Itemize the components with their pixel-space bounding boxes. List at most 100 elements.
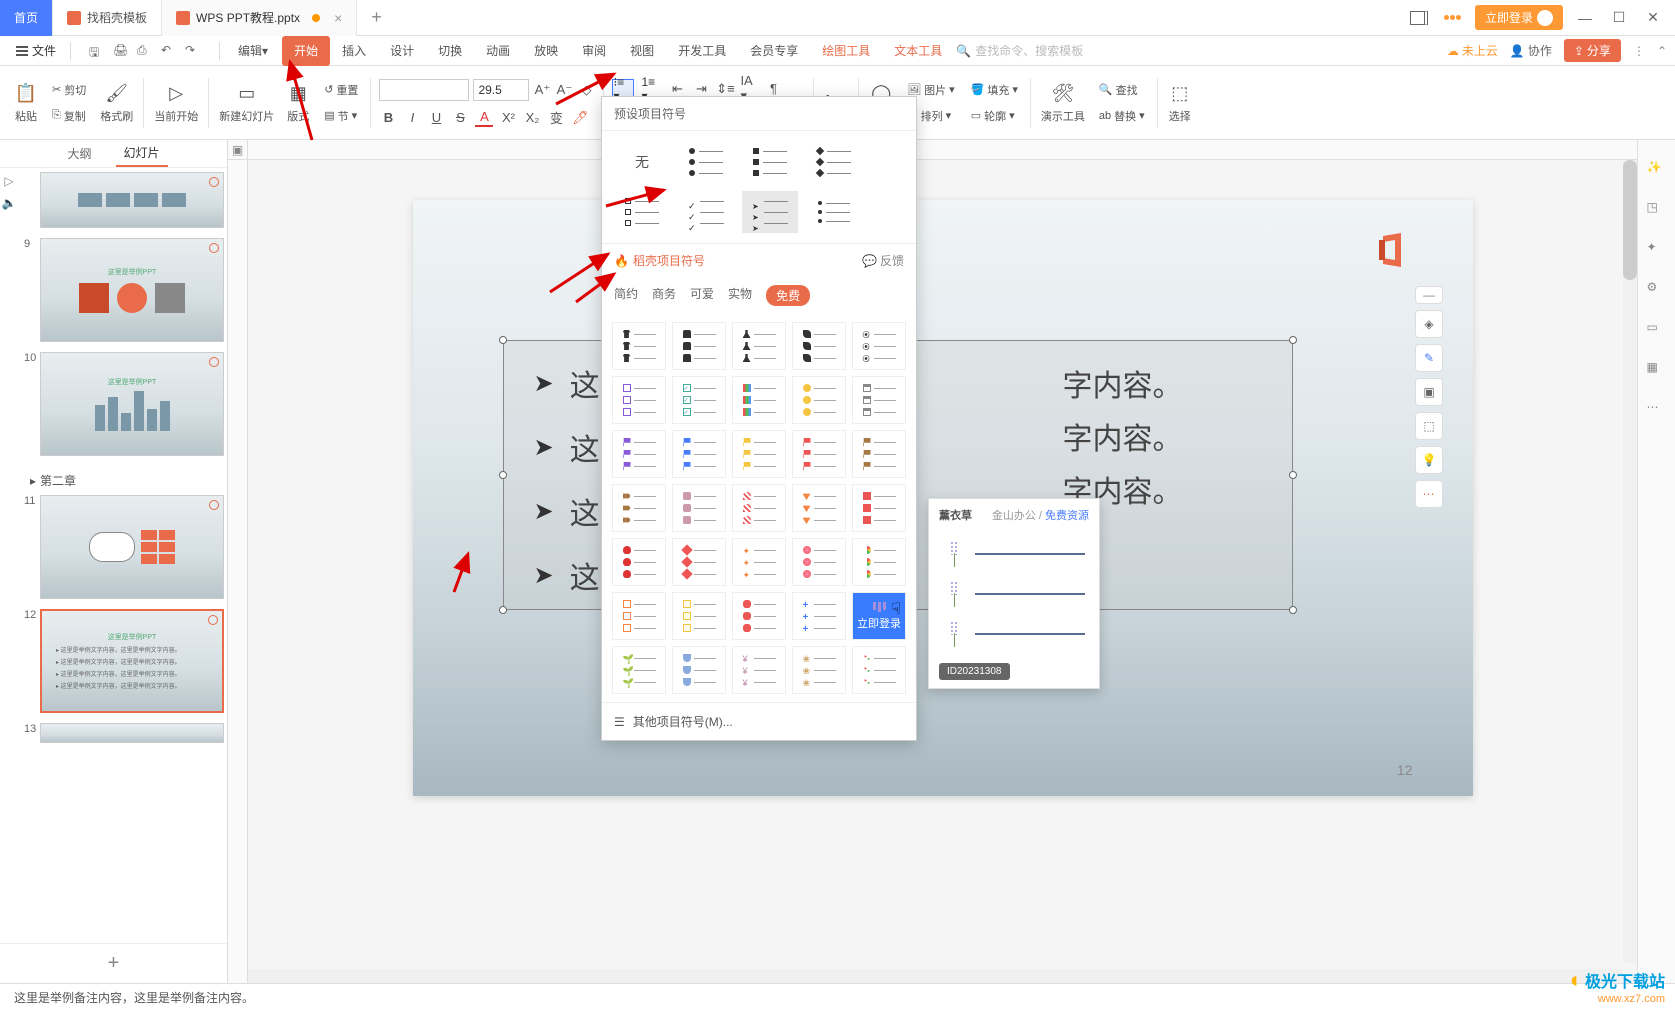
undo-icon[interactable]: ↶ bbox=[161, 43, 177, 59]
font-size-input[interactable]: 29.5 bbox=[473, 79, 529, 101]
window-close-button[interactable]: ✕ bbox=[1641, 6, 1665, 30]
tab-current-file[interactable]: WPS PPT教程.pptx × bbox=[162, 0, 357, 36]
bullet-item-checkbox[interactable]: ✓✓✓ bbox=[672, 376, 726, 424]
cat-simple[interactable]: 简约 bbox=[614, 285, 638, 306]
bullet-item-doc-orange[interactable] bbox=[612, 592, 666, 640]
resize-handle-br[interactable] bbox=[1289, 606, 1297, 614]
font-color-button[interactable]: A bbox=[475, 109, 493, 127]
line-spacing-button[interactable]: ⇕≡ bbox=[716, 80, 734, 98]
reading-layout-icon[interactable] bbox=[1407, 6, 1431, 30]
slide-thumb-10[interactable]: 10 这里是举例PPT bbox=[26, 352, 219, 456]
copy-button[interactable]: ⎘复制 bbox=[48, 106, 90, 126]
bullet-item-sign[interactable] bbox=[612, 484, 666, 532]
tab-add[interactable]: + bbox=[357, 0, 396, 36]
layers-tool-icon[interactable]: ◈ bbox=[1415, 310, 1443, 338]
bullet-item-daruma[interactable] bbox=[612, 538, 666, 586]
menu-tab-devtools[interactable]: 开发工具 bbox=[666, 36, 738, 66]
preview-link[interactable]: 免费资源 bbox=[1045, 510, 1089, 522]
bullet-item-badge[interactable] bbox=[792, 376, 846, 424]
menu-tab-design[interactable]: 设计 bbox=[378, 36, 426, 66]
share-button[interactable]: ⇪ 分享 bbox=[1564, 39, 1621, 62]
sidebar-settings-icon[interactable]: ⚙ bbox=[1647, 280, 1667, 300]
resize-handle-ml[interactable] bbox=[499, 471, 507, 479]
pinyin-button[interactable]: 变 bbox=[547, 109, 565, 127]
bullet-preset-none[interactable]: 无 bbox=[614, 141, 670, 183]
slide-thumb-8[interactable] bbox=[26, 172, 219, 228]
resize-handle-tl[interactable] bbox=[499, 336, 507, 344]
outline-tab-outline[interactable]: 大纲 bbox=[59, 141, 99, 166]
slide-thumb-12[interactable]: 12 这里是举例PPT▸ 这里是举例文字内容，这里是举例文字内容。▸ 这里是举例… bbox=[26, 609, 219, 713]
idea-tool-icon[interactable]: 💡 bbox=[1415, 446, 1443, 474]
resize-handle-tr[interactable] bbox=[1289, 336, 1297, 344]
bullet-item-flag-brown[interactable] bbox=[852, 430, 906, 478]
bullet-item-knot[interactable] bbox=[672, 538, 726, 586]
italic-button[interactable]: I bbox=[403, 109, 421, 127]
replace-button[interactable]: ab替换 ▾ bbox=[1095, 106, 1149, 126]
decrease-indent-button[interactable]: ⇤ bbox=[668, 80, 686, 98]
cat-free[interactable]: 免费 bbox=[766, 285, 810, 306]
cut-button[interactable]: ✂剪切 bbox=[48, 80, 90, 100]
increase-indent-button[interactable]: ⇥ bbox=[692, 80, 710, 98]
outline-button[interactable]: ▭轮廓 ▾ bbox=[967, 106, 1022, 126]
resize-handle-mr[interactable] bbox=[1289, 471, 1297, 479]
sidebar-transition-icon[interactable]: ▭ bbox=[1647, 320, 1667, 340]
menu-edit[interactable]: 编辑 ▾ bbox=[226, 36, 280, 66]
bullet-item-doc-yellow[interactable] bbox=[672, 592, 726, 640]
presentation-tools-button[interactable]: 🛠 演示工具 bbox=[1035, 78, 1091, 128]
slide-thumb-11[interactable]: 11 bbox=[26, 495, 219, 599]
bullet-item-drum[interactable] bbox=[672, 484, 726, 532]
floating-collapse-button[interactable]: — bbox=[1415, 286, 1443, 304]
window-maximize-button[interactable]: ☐ bbox=[1607, 6, 1631, 30]
bullet-item-plus[interactable]: +++ bbox=[792, 592, 846, 640]
vertical-scrollbar[interactable] bbox=[1623, 160, 1637, 963]
bullet-item-chart[interactable] bbox=[732, 376, 786, 424]
pen-tool-icon[interactable]: ✎ bbox=[1415, 344, 1443, 372]
bullet-item-yen[interactable]: ¥¥¥ bbox=[732, 646, 786, 694]
outline-tab-slides[interactable]: 幻灯片 bbox=[116, 140, 168, 167]
cloud-status[interactable]: ☁ 未上云 bbox=[1447, 42, 1498, 59]
other-bullets-button[interactable]: ☰ 其他项目符号(M)... bbox=[602, 702, 916, 740]
app-grid-icon[interactable] bbox=[1441, 6, 1465, 30]
sidebar-more-icon[interactable]: ⋯ bbox=[1647, 400, 1667, 420]
crop-tool-icon[interactable]: ▣ bbox=[1415, 378, 1443, 406]
frame-tool-icon[interactable]: ⬚ bbox=[1415, 412, 1443, 440]
bullet-item-gift[interactable] bbox=[852, 484, 906, 532]
close-tab-icon[interactable]: × bbox=[334, 10, 342, 26]
bold-button[interactable]: B bbox=[379, 109, 397, 127]
collab-button[interactable]: 👤 协作 bbox=[1510, 42, 1552, 59]
clear-format-icon[interactable]: ◇ bbox=[577, 81, 595, 99]
bullet-preset-diamond[interactable] bbox=[806, 141, 862, 183]
slide-thumb-9[interactable]: 9 这里是举例PPT bbox=[26, 238, 219, 342]
play-small-icon[interactable]: ▷ bbox=[4, 174, 13, 188]
bullet-item-flask[interactable] bbox=[732, 322, 786, 370]
command-search[interactable]: 🔍 查找命令、搜索模板 bbox=[956, 42, 1083, 59]
strikethrough-button[interactable]: S bbox=[451, 109, 469, 127]
menu-tab-vip[interactable]: 会员专享 bbox=[738, 36, 810, 66]
bullet-item-oio[interactable]: ⦿⦿⦿ bbox=[852, 322, 906, 370]
resize-handle-bl[interactable] bbox=[499, 606, 507, 614]
more-tools-icon[interactable]: ⋯ bbox=[1415, 480, 1443, 508]
underline-button[interactable]: U bbox=[427, 109, 445, 127]
cat-business[interactable]: 商务 bbox=[652, 285, 676, 306]
bullet-preset-disc[interactable] bbox=[678, 141, 734, 183]
bullet-item-sprout[interactable]: 🌱🌱🌱 bbox=[612, 646, 666, 694]
slide-thumb-13[interactable]: 13 bbox=[26, 723, 219, 743]
add-slide-button[interactable]: + bbox=[0, 943, 227, 983]
sidebar-object-icon[interactable]: ◳ bbox=[1647, 200, 1667, 220]
more-menu-icon[interactable]: ⋮ bbox=[1633, 44, 1645, 58]
find-button[interactable]: 🔍查找 bbox=[1095, 80, 1149, 100]
menu-tab-view[interactable]: 视图 bbox=[618, 36, 666, 66]
paste-button[interactable]: 📋 粘贴 bbox=[8, 78, 44, 128]
new-slide-button[interactable]: ▭ 新建幻灯片 bbox=[213, 78, 280, 128]
text-direction-button[interactable]: IA ▾ bbox=[740, 80, 758, 98]
tab-home[interactable]: 首页 bbox=[0, 0, 53, 36]
chapter-header[interactable]: ▸ 第二章 bbox=[26, 466, 219, 495]
bullet-item-carrot[interactable] bbox=[792, 484, 846, 532]
bullet-item-lantern[interactable] bbox=[732, 592, 786, 640]
bullet-item-leaf[interactable] bbox=[792, 322, 846, 370]
sidebar-magic-icon[interactable]: ✨ bbox=[1647, 160, 1667, 180]
layout-button[interactable]: ▦ 版式 bbox=[280, 78, 316, 128]
print-icon[interactable]: 🖨 bbox=[113, 43, 129, 59]
menu-tab-animation[interactable]: 动画 bbox=[474, 36, 522, 66]
menu-tab-slideshow[interactable]: 放映 bbox=[522, 36, 570, 66]
